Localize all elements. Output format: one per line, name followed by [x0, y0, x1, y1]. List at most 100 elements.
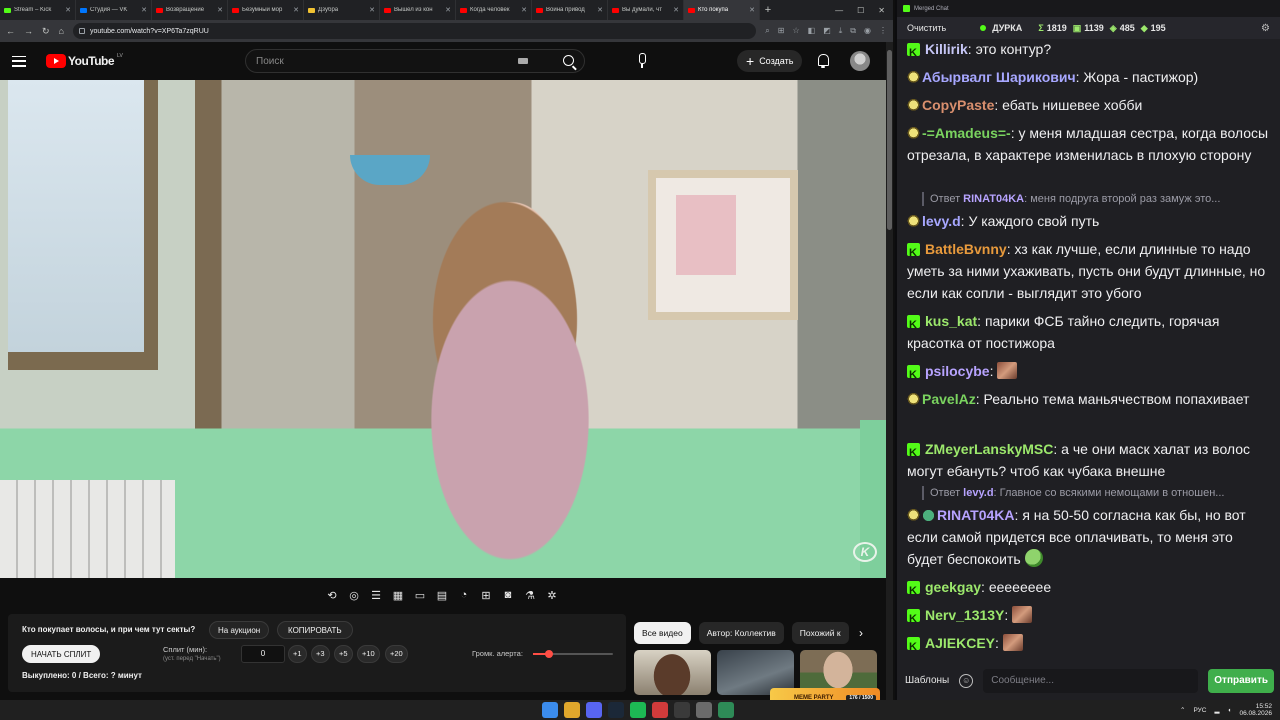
download-icon[interactable]: ⤓	[839, 26, 843, 36]
chat-username[interactable]: RINAT04KA	[937, 507, 1015, 523]
app-icon[interactable]	[718, 702, 734, 718]
flask-icon[interactable]: ⚗	[522, 588, 538, 602]
chat-username[interactable]: ZMeyerLanskyMSC	[925, 441, 1053, 457]
spotify-icon[interactable]	[630, 702, 646, 718]
related-video-thumbnail[interactable]	[634, 650, 711, 695]
chip-similar[interactable]: Похожий к	[791, 622, 849, 644]
bookmark-star-icon[interactable]: ☆	[792, 26, 799, 36]
increment-button[interactable]: +3	[311, 645, 330, 663]
site-info-icon[interactable]	[78, 28, 85, 34]
start-icon[interactable]	[542, 702, 558, 718]
clapper-icon[interactable]: ▦	[390, 588, 406, 602]
app-icon[interactable]	[696, 702, 712, 718]
browser-menu-icon[interactable]: ⋮	[879, 26, 887, 36]
tab-close-icon[interactable]: ✕	[673, 6, 679, 14]
scrollbar-thumb[interactable]	[887, 50, 892, 230]
speed-icon[interactable]: ◔	[456, 588, 472, 602]
chat-message-input[interactable]: Сообщение...	[983, 668, 1199, 693]
tab-close-icon[interactable]: ✕	[749, 6, 755, 14]
forward-icon[interactable]: →	[24, 26, 33, 36]
extensions-puzzle-icon[interactable]: ⧉	[850, 26, 856, 36]
chat-username[interactable]: CopyPaste	[922, 97, 994, 113]
browser-tab[interactable]: Stream – Kick ✕	[0, 0, 76, 20]
templates-button[interactable]: Шаблоны	[905, 675, 949, 686]
tray-chevron-icon[interactable]: ⌃	[1180, 706, 1185, 714]
reply-reference[interactable]: Ответ RINAT04KA: меня подруга второй раз…	[922, 192, 1272, 206]
minimize-icon[interactable]: —	[835, 6, 843, 15]
screenshot-icon[interactable]: ◙	[500, 588, 516, 602]
send-button[interactable]: Отправить	[1208, 668, 1274, 693]
browser-tab[interactable]: Вы думали, чт ✕	[608, 0, 684, 20]
discord-icon[interactable]	[586, 702, 602, 718]
browser-tab[interactable]: Кто покупа ✕	[684, 0, 760, 20]
settings-gear-icon[interactable]: ✲	[544, 588, 560, 602]
channel-watermark-icon[interactable]: K	[853, 542, 877, 562]
home-icon[interactable]: ⌂	[59, 26, 64, 36]
maximize-icon[interactable]: ☐	[857, 6, 864, 15]
microphone-icon[interactable]	[633, 52, 651, 70]
keyboard-icon[interactable]	[518, 58, 528, 64]
add-icon[interactable]: ⊞	[478, 588, 494, 602]
url-field[interactable]: youtube.com/watch?v=XP6Ta7zqRUU	[72, 23, 757, 39]
increment-button[interactable]: +5	[334, 645, 353, 663]
increment-button[interactable]: +20	[385, 645, 408, 663]
zoom-icon[interactable]: ⌕	[765, 26, 769, 36]
browser-tab[interactable]: Возвращение ✕	[152, 0, 228, 20]
start-split-button[interactable]: НАЧАТЬ СПЛИТ	[22, 645, 101, 663]
tab-close-icon[interactable]: ✕	[597, 6, 603, 14]
chip-author[interactable]: Автор: Коллектив	[698, 622, 784, 644]
app-icon[interactable]	[652, 702, 668, 718]
tab-close-icon[interactable]: ✕	[521, 6, 527, 14]
obs-icon[interactable]	[674, 702, 690, 718]
chat-username[interactable]: kus_kat	[925, 313, 977, 329]
subtitles-icon[interactable]: ▤	[434, 588, 450, 602]
alert-volume-slider[interactable]	[533, 650, 613, 658]
chat-username[interactable]: psilocybe	[925, 363, 990, 379]
chat-username[interactable]: PavelAz	[922, 391, 976, 407]
chat-username[interactable]: Абырвалг Шарикович	[922, 69, 1076, 85]
chat-username[interactable]: -=Amadeus=-	[922, 125, 1011, 141]
browser-tab[interactable]: Студия — VK ✕	[76, 0, 152, 20]
chevron-right-icon[interactable]: ›	[852, 622, 870, 644]
chat-username[interactable]: BattleBvnny	[925, 241, 1007, 257]
steam-icon[interactable]	[608, 702, 624, 718]
tab-close-icon[interactable]: ✕	[141, 6, 147, 14]
browser-tab[interactable]: Когда человек ✕	[456, 0, 532, 20]
on-auction-button[interactable]: На аукцион	[209, 621, 270, 639]
increment-button[interactable]: +10	[357, 645, 380, 663]
back-icon[interactable]: ←	[6, 26, 15, 36]
audio-icon[interactable]: ◎	[346, 588, 362, 602]
reload-icon[interactable]: ↻	[42, 26, 50, 37]
youtube-logo[interactable]: YouTube LV	[46, 53, 123, 68]
browser-tab[interactable]: Безумный мор ✕	[228, 0, 304, 20]
translate-icon[interactable]: ⊞	[778, 26, 785, 36]
search-icon[interactable]	[563, 55, 574, 66]
avatar[interactable]	[850, 51, 870, 71]
network-icon[interactable]: ▂	[1215, 706, 1220, 714]
new-tab-button[interactable]: +	[760, 4, 776, 16]
browser-tab[interactable]: Война привод ✕	[532, 0, 608, 20]
browser-tab[interactable]: Дзубра ✕	[304, 0, 380, 20]
playlist-icon[interactable]: ☰	[368, 588, 384, 602]
chrome-icon[interactable]	[564, 702, 580, 718]
picture-in-picture-icon[interactable]: ▭	[412, 588, 428, 602]
tab-close-icon[interactable]: ✕	[217, 6, 223, 14]
volume-slider-handle[interactable]	[545, 650, 553, 658]
browser-tab[interactable]: Вышел из кон ✕	[380, 0, 456, 20]
clear-chat-button[interactable]: Очистить	[907, 23, 946, 33]
page-scrollbar[interactable]	[886, 42, 893, 700]
chat-settings-gear-icon[interactable]: ⚙	[1261, 23, 1270, 34]
tab-close-icon[interactable]: ✕	[369, 6, 375, 14]
menu-icon[interactable]	[12, 55, 26, 67]
chip-all-videos[interactable]: Все видео	[634, 622, 691, 644]
tab-close-icon[interactable]: ✕	[445, 6, 451, 14]
notifications-bell-icon[interactable]	[816, 53, 830, 68]
chat-username[interactable]: levy.d	[922, 213, 961, 229]
loop-icon[interactable]: ⟲	[324, 588, 340, 602]
reply-reference[interactable]: Ответ levy.d: Главное со всякими немощам…	[922, 486, 1272, 500]
emoji-icon[interactable]: ☺	[959, 673, 974, 688]
volume-icon[interactable]: ◖	[1228, 707, 1232, 714]
extension-icon[interactable]: ◧	[808, 26, 816, 36]
split-minutes-input[interactable]: 0	[241, 645, 285, 663]
clock[interactable]: 15:52 06.08.2026	[1239, 703, 1272, 717]
